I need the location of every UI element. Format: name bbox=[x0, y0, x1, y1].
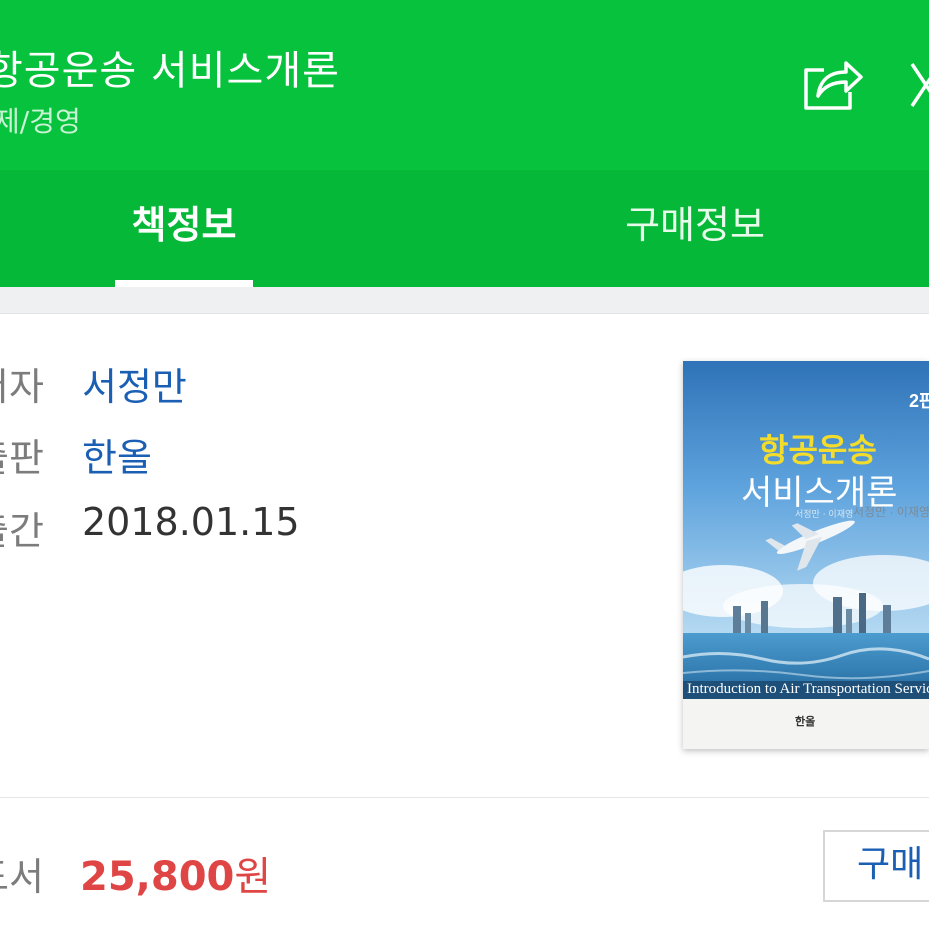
price-amount: 25,800 bbox=[80, 854, 235, 900]
app-header: 항공운송 서비스개론 제/경영 bbox=[0, 0, 929, 170]
cover-publisher: 한올 bbox=[795, 715, 816, 728]
close-button[interactable] bbox=[900, 58, 929, 112]
share-icon bbox=[804, 61, 863, 110]
publisher-label: 출판 bbox=[0, 436, 44, 480]
tab-book-info[interactable]: 책정보 bbox=[115, 170, 253, 287]
section-divider bbox=[0, 797, 929, 798]
price-unit: 원 bbox=[234, 854, 272, 900]
author-link[interactable]: 서정만 bbox=[82, 356, 187, 411]
tab-purchase-info[interactable]: 구매정보 bbox=[600, 170, 790, 287]
active-tab-indicator bbox=[115, 280, 253, 287]
buy-button[interactable]: 구매 bbox=[823, 830, 929, 902]
author-label: 저자 bbox=[0, 365, 44, 409]
price-value: 25,800원 bbox=[80, 844, 271, 902]
price-label: 도서 bbox=[0, 855, 44, 899]
close-icon bbox=[910, 63, 929, 107]
book-cover[interactable]: 서정만 · 이재영 2판 항공운송 서비스개론 서정만 · 이재영 Introd… bbox=[683, 361, 929, 749]
cover-authors: 서정만 · 이재영 bbox=[795, 510, 854, 520]
cover-edition: 2판 bbox=[909, 391, 929, 411]
pubdate-label: 출간 bbox=[0, 509, 44, 553]
pubdate-value: 2018.01.15 bbox=[82, 500, 300, 544]
tab-bar: 책정보 구매정보 bbox=[0, 170, 929, 287]
cover-english-title: Introduction to Air Transportation Servi… bbox=[687, 681, 929, 697]
section-separator bbox=[0, 287, 929, 314]
book-category: 제/경영 bbox=[0, 105, 81, 138]
publisher-link[interactable]: 한올 bbox=[82, 427, 152, 482]
book-title: 항공운송 서비스개론 bbox=[0, 48, 340, 94]
share-button[interactable] bbox=[800, 54, 866, 112]
